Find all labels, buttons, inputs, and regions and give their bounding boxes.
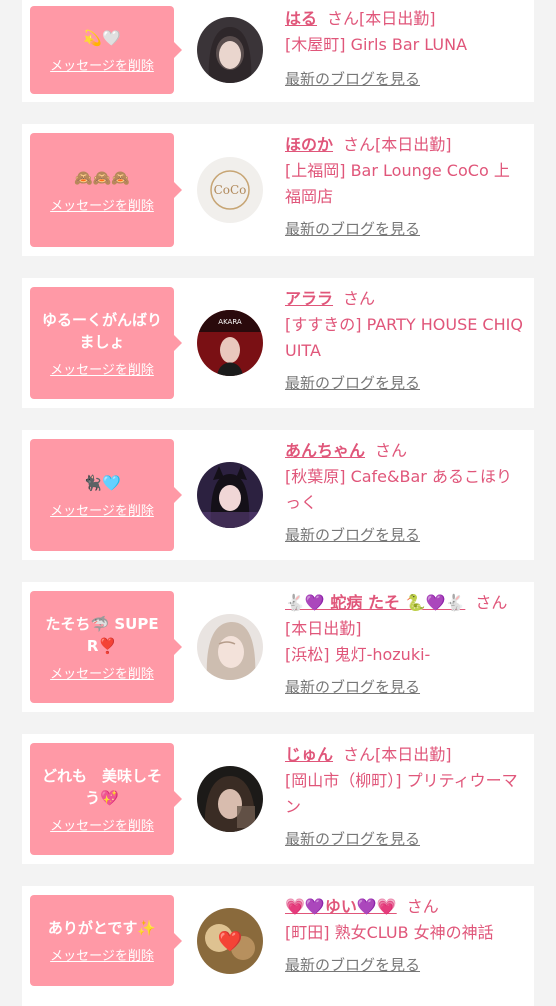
status-text: [本日出勤] bbox=[375, 135, 452, 154]
delete-message-link[interactable]: メッセージを削除 bbox=[50, 55, 154, 74]
delete-message-link[interactable]: メッセージを削除 bbox=[50, 815, 154, 834]
heart-icon: ❤️ bbox=[218, 929, 243, 953]
delete-message-link[interactable]: メッセージを削除 bbox=[50, 945, 154, 964]
cast-info: はる さん[本日出勤] [木屋町] Girls Bar LUNA 最新のブログを見… bbox=[285, 6, 525, 92]
latest-blog-link[interactable]: 最新のブログを見る bbox=[285, 678, 420, 696]
message-card: たそち🦈 SUPER❣️ メッセージを削除 🐇💜 蛇病 たそ 🐍💜🐇 さん [本日出… bbox=[22, 582, 534, 712]
cast-info: ほのか さん[本日出勤] [上福岡] Bar Lounge CoCo 上福岡店 最… bbox=[285, 132, 525, 242]
cast-name-link[interactable]: はる bbox=[285, 9, 317, 28]
suffix-text: さん bbox=[343, 135, 376, 154]
latest-blog-link[interactable]: 最新のブログを見る bbox=[285, 374, 420, 392]
latest-blog-link[interactable]: 最新のブログを見る bbox=[285, 956, 420, 974]
latest-blog-link[interactable]: 最新のブログを見る bbox=[285, 220, 420, 238]
avatar[interactable]: ❤️ bbox=[197, 908, 263, 974]
shop-text: [岡山市（柳町）] プリティウーマン bbox=[285, 771, 518, 816]
message-text: ゆるーくがんばりましょ bbox=[41, 310, 162, 351]
shop-text: [浜松] 鬼灯-hozuki- bbox=[285, 645, 431, 664]
message-text: 🐈‍⬛🩵 bbox=[83, 473, 121, 492]
message-text: ありがとです✨ bbox=[47, 919, 157, 937]
cast-name-link[interactable]: あんちゃん bbox=[285, 441, 365, 460]
message-card: 🙈🙈🙈 メッセージを削除 CoCo ほのか さん[本日出勤] [上福岡] Bar … bbox=[22, 124, 534, 256]
delete-message-link[interactable]: メッセージを削除 bbox=[50, 500, 154, 519]
suffix-text: さん bbox=[327, 9, 360, 28]
cast-name-link[interactable]: じゅん bbox=[285, 745, 333, 764]
suffix-text: さん bbox=[475, 593, 508, 612]
cast-info: 🐇💜 蛇病 たそ 🐍💜🐇 さん [本日出勤] [浜松] 鬼灯-hozuki- 最新の… bbox=[285, 590, 525, 700]
shop-text: [秋葉原] Cafe&Bar あるこほりっく bbox=[285, 467, 512, 512]
cast-name-link[interactable]: 🐇💜 蛇病 たそ 🐍💜🐇 bbox=[285, 593, 465, 612]
cast-info: あんちゃん さん [秋葉原] Cafe&Bar あるこほりっく 最新のブログを見る bbox=[285, 438, 525, 548]
cast-name-link[interactable]: 💗💜ゆい💜💗 bbox=[285, 897, 397, 916]
shop-text: [上福岡] Bar Lounge CoCo 上福岡店 bbox=[285, 161, 510, 206]
avatar[interactable]: AKARA bbox=[197, 310, 263, 376]
avatar-logo-text: CoCo bbox=[214, 183, 247, 197]
avatar-logo-text: AKARA bbox=[218, 318, 242, 326]
delete-message-link[interactable]: メッセージを削除 bbox=[50, 195, 154, 214]
message-text: どれも 美味しそう💖 bbox=[41, 766, 162, 807]
message-bubble: ありがとです✨ メッセージを削除 bbox=[30, 895, 182, 986]
message-card: ゆるーくがんばりましょ メッセージを削除 AKARA アララ さん [すすきの] … bbox=[22, 278, 534, 408]
message-bubble: 💫🤍 メッセージを削除 bbox=[30, 6, 182, 94]
latest-blog-link[interactable]: 最新のブログを見る bbox=[285, 526, 420, 544]
cast-info: アララ さん [すすきの] PARTY HOUSE CHIQUITA 最新のブログ… bbox=[285, 286, 525, 396]
message-card: 💫🤍 メッセージを削除 はる さん[本日出勤] [木屋町] Girls Bar L… bbox=[22, 0, 534, 102]
avatar[interactable] bbox=[197, 462, 263, 528]
message-bubble: ゆるーくがんばりましょ メッセージを削除 bbox=[30, 287, 182, 399]
cast-name-link[interactable]: アララ bbox=[285, 289, 333, 308]
cast-name-link[interactable]: ほのか bbox=[285, 135, 333, 154]
latest-blog-link[interactable]: 最新のブログを見る bbox=[285, 70, 420, 88]
cast-info: じゅん さん[本日出勤] [岡山市（柳町）] プリティウーマン 最新のブログを見る bbox=[285, 742, 525, 852]
message-card: どれも 美味しそう💖 メッセージを削除 じゅん さん[本日出勤] [岡山市（柳町）… bbox=[22, 734, 534, 864]
suffix-text: さん bbox=[343, 745, 376, 764]
avatar[interactable] bbox=[197, 17, 263, 83]
avatar[interactable] bbox=[197, 766, 263, 832]
shop-text: [すすきの] PARTY HOUSE CHIQUITA bbox=[285, 315, 523, 360]
avatar[interactable]: CoCo bbox=[197, 157, 263, 223]
message-text: 🙈🙈🙈 bbox=[73, 168, 131, 187]
message-bubble: たそち🦈 SUPER❣️ メッセージを削除 bbox=[30, 591, 182, 703]
shop-text: [木屋町] Girls Bar LUNA bbox=[285, 35, 468, 54]
message-card: 🐈‍⬛🩵 メッセージを削除 あんちゃん さん [秋葉原] Cafe&Bar あるこ… bbox=[22, 430, 534, 560]
delete-message-link[interactable]: メッセージを削除 bbox=[50, 359, 154, 378]
message-bubble: 🐈‍⬛🩵 メッセージを削除 bbox=[30, 439, 182, 551]
message-text: たそち🦈 SUPER❣️ bbox=[45, 614, 159, 655]
cast-info: 💗💜ゆい💜💗 さん [町田] 熟女CLUB 女神の神話 最新のブログを見る bbox=[285, 894, 525, 978]
message-bubble: どれも 美味しそう💖 メッセージを削除 bbox=[30, 743, 182, 855]
message-bubble: 🙈🙈🙈 メッセージを削除 bbox=[30, 133, 182, 247]
latest-blog-link[interactable]: 最新のブログを見る bbox=[285, 830, 420, 848]
suffix-text: さん bbox=[406, 897, 439, 916]
delete-message-link[interactable]: メッセージを削除 bbox=[50, 663, 154, 682]
avatar[interactable] bbox=[197, 614, 263, 680]
status-text: [本日出勤] bbox=[359, 9, 436, 28]
suffix-text: さん bbox=[343, 289, 376, 308]
status-text: [本日出勤] bbox=[285, 619, 362, 638]
status-text: [本日出勤] bbox=[375, 745, 452, 764]
message-text: 💫🤍 bbox=[83, 28, 121, 47]
shop-text: [町田] 熟女CLUB 女神の神話 bbox=[285, 923, 494, 942]
message-card: ありがとです✨ メッセージを削除 ❤️ 💗💜ゆい💜💗 さん [町田] 熟女CLUB… bbox=[22, 886, 534, 1006]
suffix-text: さん bbox=[375, 441, 408, 460]
